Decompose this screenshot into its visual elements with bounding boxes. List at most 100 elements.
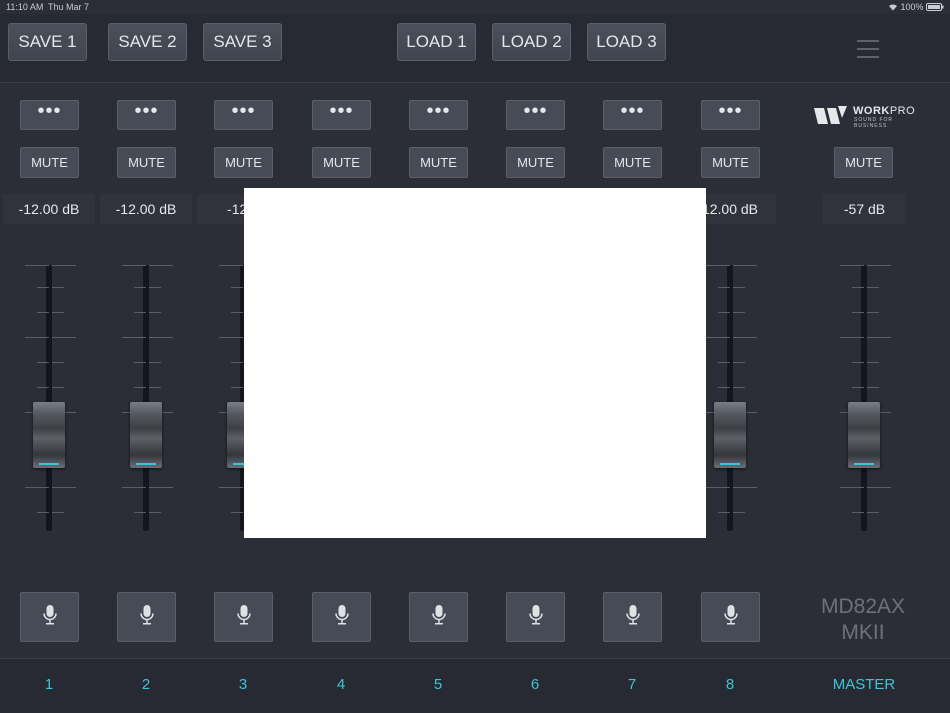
channel-options-button[interactable]: •••	[20, 100, 79, 130]
fader-led	[720, 463, 740, 465]
fader-track	[46, 265, 52, 531]
save-2-button[interactable]: SAVE 2	[108, 23, 187, 61]
load-2-button[interactable]: LOAD 2	[492, 23, 571, 61]
channel-options-button[interactable]: •••	[409, 100, 468, 130]
top-toolbar: SAVE 1 SAVE 2 SAVE 3 LOAD 1 LOAD 2 LOAD …	[0, 14, 950, 83]
fader-tick	[134, 287, 146, 288]
channel-mute-button[interactable]: MUTE	[312, 147, 371, 178]
fader-tick	[852, 287, 864, 288]
load-3-button[interactable]: LOAD 3	[587, 23, 666, 61]
channel-mic-button[interactable]	[701, 592, 760, 642]
channel-mute-button[interactable]: MUTE	[214, 147, 273, 178]
fader-knob[interactable]	[848, 402, 880, 468]
fader-tick	[733, 362, 745, 363]
logo-wordmark: WORKPRO	[853, 105, 915, 117]
channel-number-label: 4	[336, 676, 346, 693]
fader-tick	[149, 512, 161, 513]
fader-tick	[718, 312, 730, 313]
workpro-logo-icon	[814, 106, 847, 124]
battery-percent: 100%	[900, 2, 924, 12]
fader-tick	[718, 512, 730, 513]
fader-tick	[231, 312, 243, 313]
channel-mute-button[interactable]: MUTE	[20, 147, 79, 178]
master-fader[interactable]	[836, 265, 892, 540]
logo-tagline: SOUND FOR BUSINESS	[854, 117, 893, 129]
fader-track	[727, 265, 733, 531]
channel-mic-button[interactable]	[214, 592, 273, 642]
fader-tick	[52, 337, 76, 338]
fader-tick	[840, 487, 864, 488]
channel-number-label: 2	[141, 676, 151, 693]
fader-tick	[852, 312, 864, 313]
fader-tick	[37, 287, 49, 288]
fader-knob[interactable]	[714, 402, 746, 468]
fader-tick	[867, 512, 879, 513]
fader-tick	[733, 287, 745, 288]
channel-mute-button[interactable]: MUTE	[701, 147, 760, 178]
blank-overlay-panel	[244, 188, 706, 538]
fader-tick	[706, 487, 730, 488]
fader-led	[136, 463, 156, 465]
fader-tick	[37, 362, 49, 363]
channel-options-button[interactable]: •••	[603, 100, 662, 130]
channel-mute-button[interactable]: MUTE	[603, 147, 662, 178]
hamburger-menu-icon[interactable]	[857, 40, 879, 58]
channel-fader[interactable]	[118, 265, 174, 540]
fader-tick	[733, 487, 757, 488]
channel-mic-button[interactable]	[20, 592, 79, 642]
channel-options-button[interactable]: •••	[506, 100, 565, 130]
master-label: MASTER	[832, 676, 896, 693]
channel-fader[interactable]	[702, 265, 758, 540]
fader-knob[interactable]	[33, 402, 65, 468]
logo-brand-light: PRO	[889, 105, 916, 117]
fader-tick	[733, 512, 745, 513]
save-3-button[interactable]: SAVE 3	[203, 23, 282, 61]
channel-number-label: 1	[44, 676, 54, 693]
fader-tick	[149, 487, 173, 488]
channel-options-button[interactable]: •••	[214, 100, 273, 130]
channel-options-button[interactable]: •••	[312, 100, 371, 130]
channel-number-label: 3	[238, 676, 248, 693]
fader-tick	[231, 387, 243, 388]
channel-mute-button[interactable]: MUTE	[506, 147, 565, 178]
channel-fader[interactable]	[21, 265, 77, 540]
channel-options-button[interactable]: •••	[117, 100, 176, 130]
channel-mic-button[interactable]	[506, 592, 565, 642]
fader-tick	[867, 337, 891, 338]
fader-tick	[25, 265, 49, 266]
fader-tick	[52, 287, 64, 288]
status-date: Thu Mar 7	[48, 2, 90, 12]
fader-tick	[718, 287, 730, 288]
fader-tick	[52, 362, 64, 363]
model-name: MD82AX MKII	[800, 594, 926, 646]
fader-tick	[733, 312, 745, 313]
fader-tick	[149, 265, 173, 266]
microphone-icon	[139, 604, 155, 631]
logo-brand-bold: WORK	[853, 105, 890, 117]
fader-tick	[231, 512, 243, 513]
fader-tick	[867, 362, 879, 363]
channel-options-button[interactable]: •••	[701, 100, 760, 130]
microphone-icon	[625, 604, 641, 631]
fader-tick	[52, 387, 64, 388]
channel-mute-button[interactable]: MUTE	[117, 147, 176, 178]
channel-number-label: 8	[725, 676, 735, 693]
fader-tick	[733, 265, 757, 266]
master-mute-button[interactable]: MUTE	[834, 147, 893, 178]
save-1-button[interactable]: SAVE 1	[8, 23, 87, 61]
fader-tick	[52, 487, 76, 488]
battery-icon	[926, 3, 944, 11]
channel-number-label: 7	[627, 676, 637, 693]
fader-knob[interactable]	[130, 402, 162, 468]
channel-mic-button[interactable]	[603, 592, 662, 642]
fader-led	[39, 463, 59, 465]
fader-tick	[231, 362, 243, 363]
channel-mute-button[interactable]: MUTE	[409, 147, 468, 178]
channel-mic-button[interactable]	[117, 592, 176, 642]
fader-tick	[134, 387, 146, 388]
channel-mic-button[interactable]	[409, 592, 468, 642]
channel-mic-button[interactable]	[312, 592, 371, 642]
fader-tick	[852, 387, 864, 388]
fader-track	[861, 265, 867, 531]
load-1-button[interactable]: LOAD 1	[397, 23, 476, 61]
